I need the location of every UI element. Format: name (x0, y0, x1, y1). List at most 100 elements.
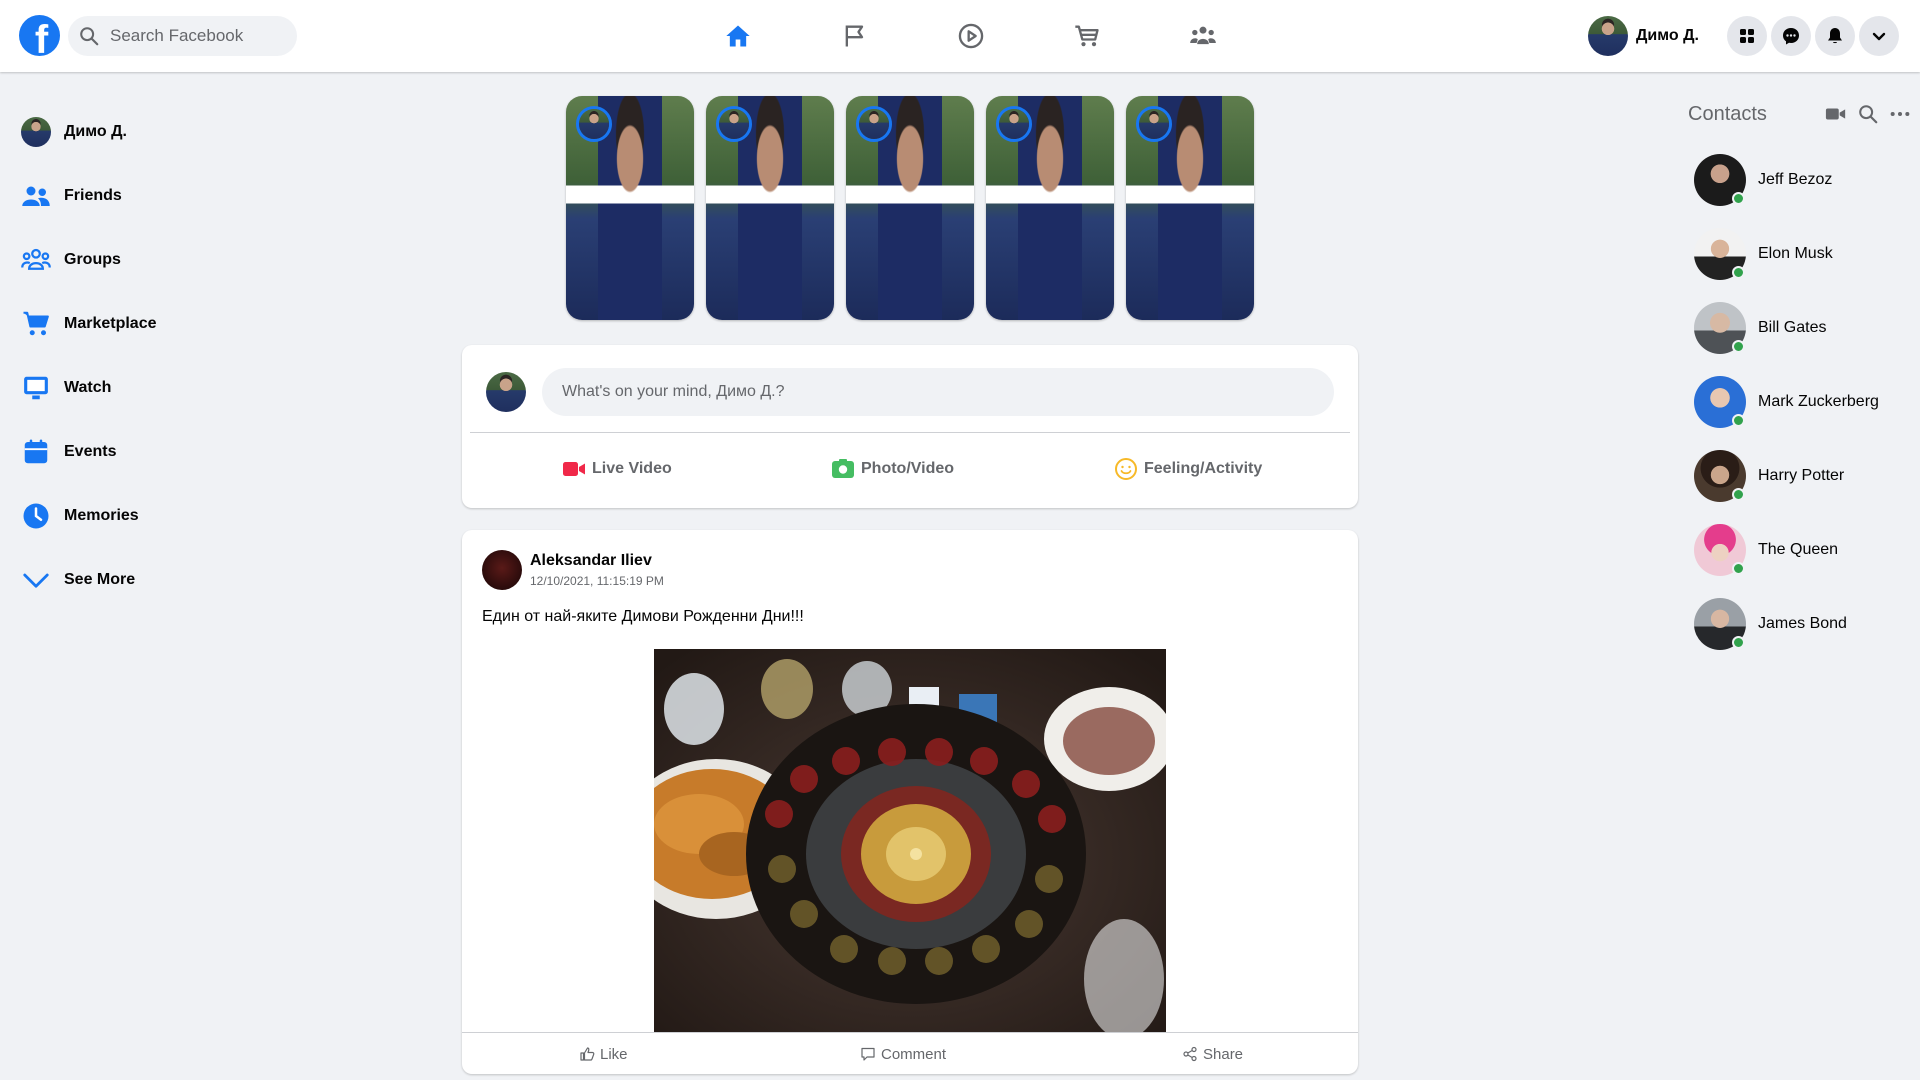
sidebar-item-label: Friends (64, 187, 122, 204)
avatar (576, 106, 612, 142)
avatar (1136, 106, 1172, 142)
contact-item[interactable]: James Bond (1694, 598, 1914, 650)
roulette-photo-image (654, 649, 1166, 1032)
avatar (856, 106, 892, 142)
sidebar-item-groups[interactable]: Groups (20, 236, 320, 284)
sidebar-item-watch[interactable]: Watch (20, 364, 320, 412)
avatar (1694, 524, 1746, 576)
account-chevron-icon (1872, 32, 1886, 41)
notifications-button[interactable] (1815, 16, 1855, 56)
messenger-button[interactable] (1771, 16, 1811, 56)
avatar (1588, 16, 1628, 56)
sidebar-item-label: Watch (64, 379, 112, 396)
post-photo[interactable] (654, 649, 1166, 1032)
online-indicator (1732, 192, 1745, 205)
menu-icon (1740, 29, 1754, 43)
sidebar-item-label: Groups (64, 251, 121, 268)
feed-post: Aleksandar Iliev 12/10/2021, 11:15:19 PM… (462, 530, 1358, 1074)
facebook-logo-icon[interactable]: f (19, 15, 60, 56)
account-menu-button[interactable] (1859, 16, 1899, 56)
action-label: Photo/Video (861, 460, 955, 477)
logo-letter: f (34, 18, 49, 56)
clock-icon (23, 503, 49, 529)
profile-shortcut[interactable]: Димо Д. (1588, 16, 1699, 56)
calendar-icon (24, 439, 48, 464)
post-author[interactable]: Aleksandar Iliev (530, 552, 652, 570)
contacts-options-button[interactable] (1888, 102, 1912, 126)
online-indicator (1732, 266, 1745, 279)
post-timestamp[interactable]: 12/10/2021, 11:15:19 PM (530, 574, 664, 588)
contact-name: Harry Potter (1758, 467, 1845, 484)
contact-name: James Bond (1758, 615, 1847, 632)
sidebar-item-memories[interactable]: Memories (20, 492, 320, 540)
sidebar-item-label: Memories (64, 507, 139, 524)
avatar (1694, 376, 1746, 428)
search-icon (1859, 105, 1878, 124)
online-indicator (1732, 340, 1745, 353)
online-indicator (1732, 562, 1745, 575)
divider (470, 432, 1350, 433)
feeling-activity-button[interactable]: Feeling/Activity (1114, 445, 1262, 493)
search-icon (80, 27, 99, 46)
avatar (21, 117, 51, 147)
action-label: Comment (881, 1045, 947, 1063)
contact-name: Mark Zuckerberg (1758, 393, 1879, 410)
contact-item[interactable]: Bill Gates (1694, 302, 1914, 354)
contact-name: Elon Musk (1758, 245, 1833, 262)
search-input[interactable]: Search Facebook (110, 26, 243, 46)
sidebar-item-profile[interactable]: Димо Д. (20, 108, 320, 156)
contact-item[interactable]: Harry Potter (1694, 450, 1914, 502)
tab-groups[interactable] (1187, 20, 1219, 52)
friends-icon (22, 186, 50, 206)
action-label: Like (600, 1045, 628, 1063)
avatar (1694, 450, 1746, 502)
sidebar-item-see-more[interactable]: See More (20, 556, 320, 604)
avatar[interactable] (482, 550, 522, 590)
comment-button[interactable]: Comment (860, 1042, 946, 1066)
contacts-search-button[interactable] (1856, 102, 1880, 126)
story-card[interactable] (566, 96, 694, 320)
story-card[interactable] (846, 96, 974, 320)
photo-icon (832, 459, 854, 478)
story-card[interactable] (986, 96, 1114, 320)
status-input[interactable]: What's on your mind, Димо Д.? (542, 368, 1334, 416)
action-label: Live Video (592, 460, 672, 477)
photo-video-button[interactable]: Photo/Video (831, 445, 954, 493)
story-card[interactable] (1126, 96, 1254, 320)
contact-item[interactable]: The Queen (1694, 524, 1914, 576)
like-icon (580, 1047, 595, 1061)
sidebar-item-label: See More (64, 571, 136, 588)
online-indicator (1732, 414, 1745, 427)
tab-pages[interactable] (839, 20, 871, 52)
search-bar[interactable]: Search Facebook (68, 16, 297, 56)
groups-icon (21, 248, 51, 270)
avatar (1694, 154, 1746, 206)
video-call-button[interactable] (1824, 102, 1848, 126)
contact-name: The Queen (1758, 541, 1839, 558)
contact-item[interactable]: Mark Zuckerberg (1694, 376, 1914, 428)
story-card[interactable] (706, 96, 834, 320)
share-button[interactable]: Share (1182, 1042, 1243, 1066)
tab-home[interactable] (722, 20, 754, 52)
sidebar-item-events[interactable]: Events (20, 428, 320, 476)
menu-button[interactable] (1727, 16, 1767, 56)
monitor-icon (24, 376, 48, 400)
contact-item[interactable]: Jeff Bezoz (1694, 154, 1914, 206)
groups-icon (1190, 26, 1216, 45)
live-video-button[interactable]: Live Video (562, 445, 672, 493)
tab-marketplace[interactable] (1071, 20, 1103, 52)
sidebar-item-label: Димо Д. (64, 123, 127, 140)
avatar (1694, 598, 1746, 650)
avatar (1694, 228, 1746, 280)
contact-item[interactable]: Elon Musk (1694, 228, 1914, 280)
smile-icon (1115, 458, 1137, 480)
notifications-icon (1828, 28, 1842, 44)
sidebar-item-friends[interactable]: Friends (20, 172, 320, 220)
divider (462, 1032, 1358, 1033)
like-button[interactable]: Like (579, 1042, 628, 1066)
marketplace-icon (1075, 25, 1099, 47)
avatar (1694, 302, 1746, 354)
tab-watch[interactable] (955, 20, 987, 52)
sidebar-item-marketplace[interactable]: Marketplace (20, 300, 320, 348)
cart-icon (23, 311, 49, 336)
